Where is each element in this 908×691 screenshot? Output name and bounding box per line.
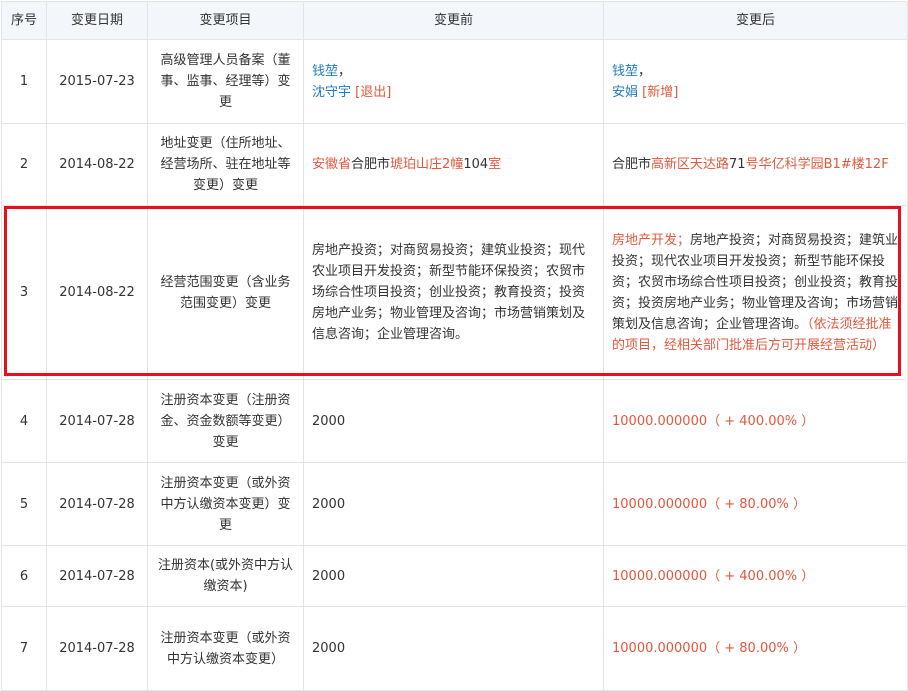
row-date: 2014-07-28 bbox=[46, 462, 148, 546]
row-before: 2000 bbox=[303, 545, 604, 607]
header-item: 变更项目 bbox=[147, 1, 304, 40]
person-link[interactable]: 沈守宇 bbox=[312, 85, 351, 100]
table-row: 7 2014-07-28 注册资本变更（或外资中方认缴资本变更） 2000 10… bbox=[1, 606, 908, 691]
row-after: 10000.000000（ + 80.00% ） bbox=[603, 606, 908, 691]
row-item: 注册资本(或外资中方认缴资本) bbox=[147, 545, 304, 607]
row-item: 高级管理人员备案（董事、监事、经理等）变更 bbox=[147, 39, 304, 124]
row-index: 5 bbox=[1, 462, 47, 546]
separator: ， bbox=[338, 63, 352, 79]
address-segment: 104 bbox=[463, 157, 489, 172]
status-tag-exit: [退出] bbox=[355, 84, 392, 100]
header-index: 序号 bbox=[1, 1, 47, 40]
row-after: 10000.000000（ + 80.00% ） bbox=[603, 462, 908, 546]
row-date: 2014-08-22 bbox=[46, 205, 148, 380]
table-row: 6 2014-07-28 注册资本(或外资中方认缴资本) 2000 10000.… bbox=[1, 545, 908, 607]
person-link[interactable]: 钱堃 bbox=[312, 64, 338, 79]
row-index: 1 bbox=[1, 39, 47, 124]
change-record-panel: 序号 变更日期 变更项目 变更前 变更后 1 2015-07-23 高级管理人员… bbox=[0, 0, 908, 691]
address-segment-changed: 琥珀山庄2幢 bbox=[390, 157, 464, 172]
table-row: 2 2014-08-22 地址变更（住所地址、经营场所、驻在地址等变更）变更 安… bbox=[1, 123, 908, 206]
row-after: 10000.000000（ + 400.00% ） bbox=[603, 545, 908, 607]
row-before: 房地产投资；对商贸易投资；建筑业投资；现代农业项目开发投资；新型节能环保投资；农… bbox=[303, 205, 604, 380]
change-record-table: 序号 变更日期 变更项目 变更前 变更后 1 2015-07-23 高级管理人员… bbox=[1, 1, 908, 691]
header-date: 变更日期 bbox=[46, 1, 148, 40]
row-item: 注册资本变更（或外资中方认缴资本变更）变更 bbox=[147, 462, 304, 546]
row-date: 2014-07-28 bbox=[46, 379, 148, 463]
address-segment-changed: 室 bbox=[488, 157, 502, 172]
header-after: 变更后 bbox=[603, 1, 908, 40]
row-after: 钱堃， 安娟 [新增] bbox=[603, 39, 908, 124]
table-row: 5 2014-07-28 注册资本变更（或外资中方认缴资本变更）变更 2000 … bbox=[1, 462, 908, 546]
table-row: 4 2014-07-28 注册资本变更（注册资金、资金数额等变更）变更 2000… bbox=[1, 379, 908, 463]
row-after: 10000.000000（ + 400.00% ） bbox=[603, 379, 908, 463]
separator: ， bbox=[638, 63, 652, 79]
row-item: 注册资本变更（或外资中方认缴资本变更） bbox=[147, 606, 304, 691]
header-before: 变更前 bbox=[303, 1, 604, 40]
table-header-row: 序号 变更日期 变更项目 变更前 变更后 bbox=[1, 1, 908, 40]
row-after: 房地产开发；房地产投资；对商贸易投资；建筑业投资；现代农业项目开发投资；新型节能… bbox=[603, 205, 908, 380]
row-item: 地址变更（住所地址、经营场所、驻在地址等变更）变更 bbox=[147, 123, 304, 206]
person-link[interactable]: 钱堃 bbox=[612, 64, 638, 79]
table-row: 1 2015-07-23 高级管理人员备案（董事、监事、经理等）变更 钱堃， 沈… bbox=[1, 39, 908, 124]
address-segment-changed: 高新区天达路 bbox=[651, 157, 730, 172]
row-date: 2015-07-23 bbox=[46, 39, 148, 124]
row-after: 合肥市高新区天达路71号华亿科学园B1#楼12F bbox=[603, 123, 908, 206]
address-segment-changed: 安徽省 bbox=[312, 157, 352, 172]
person-link[interactable]: 安娟 bbox=[612, 85, 638, 100]
row-index: 7 bbox=[1, 606, 47, 691]
row-before: 2000 bbox=[303, 379, 604, 463]
row-date: 2014-07-28 bbox=[46, 606, 148, 691]
row-before: 2000 bbox=[303, 606, 604, 691]
row-index: 3 bbox=[1, 205, 47, 380]
row-item: 经营范围变更（含业务范围变更）变更 bbox=[147, 205, 304, 380]
row-index: 2 bbox=[1, 123, 47, 206]
row-index: 6 bbox=[1, 545, 47, 607]
row-date: 2014-07-28 bbox=[46, 545, 148, 607]
status-tag-new: [新增] bbox=[642, 84, 679, 100]
row-index: 4 bbox=[1, 379, 47, 463]
address-segment: 71 bbox=[729, 157, 746, 172]
row-before: 安徽省合肥市琥珀山庄2幢104室 bbox=[303, 123, 604, 206]
row-date: 2014-08-22 bbox=[46, 123, 148, 206]
table-row: 3 2014-08-22 经营范围变更（含业务范围变更）变更 房地产投资；对商贸… bbox=[1, 205, 908, 380]
row-item: 注册资本变更（注册资金、资金数额等变更）变更 bbox=[147, 379, 304, 463]
address-segment: 合肥市 bbox=[612, 157, 652, 172]
scope-added: 房地产开发； bbox=[612, 232, 691, 248]
row-before: 钱堃， 沈守宇 [退出] bbox=[303, 39, 604, 124]
address-segment: 合肥市 bbox=[351, 157, 391, 172]
address-segment-changed: 号华亿科学园B1#楼12F bbox=[745, 157, 889, 172]
row-before: 2000 bbox=[303, 462, 604, 546]
